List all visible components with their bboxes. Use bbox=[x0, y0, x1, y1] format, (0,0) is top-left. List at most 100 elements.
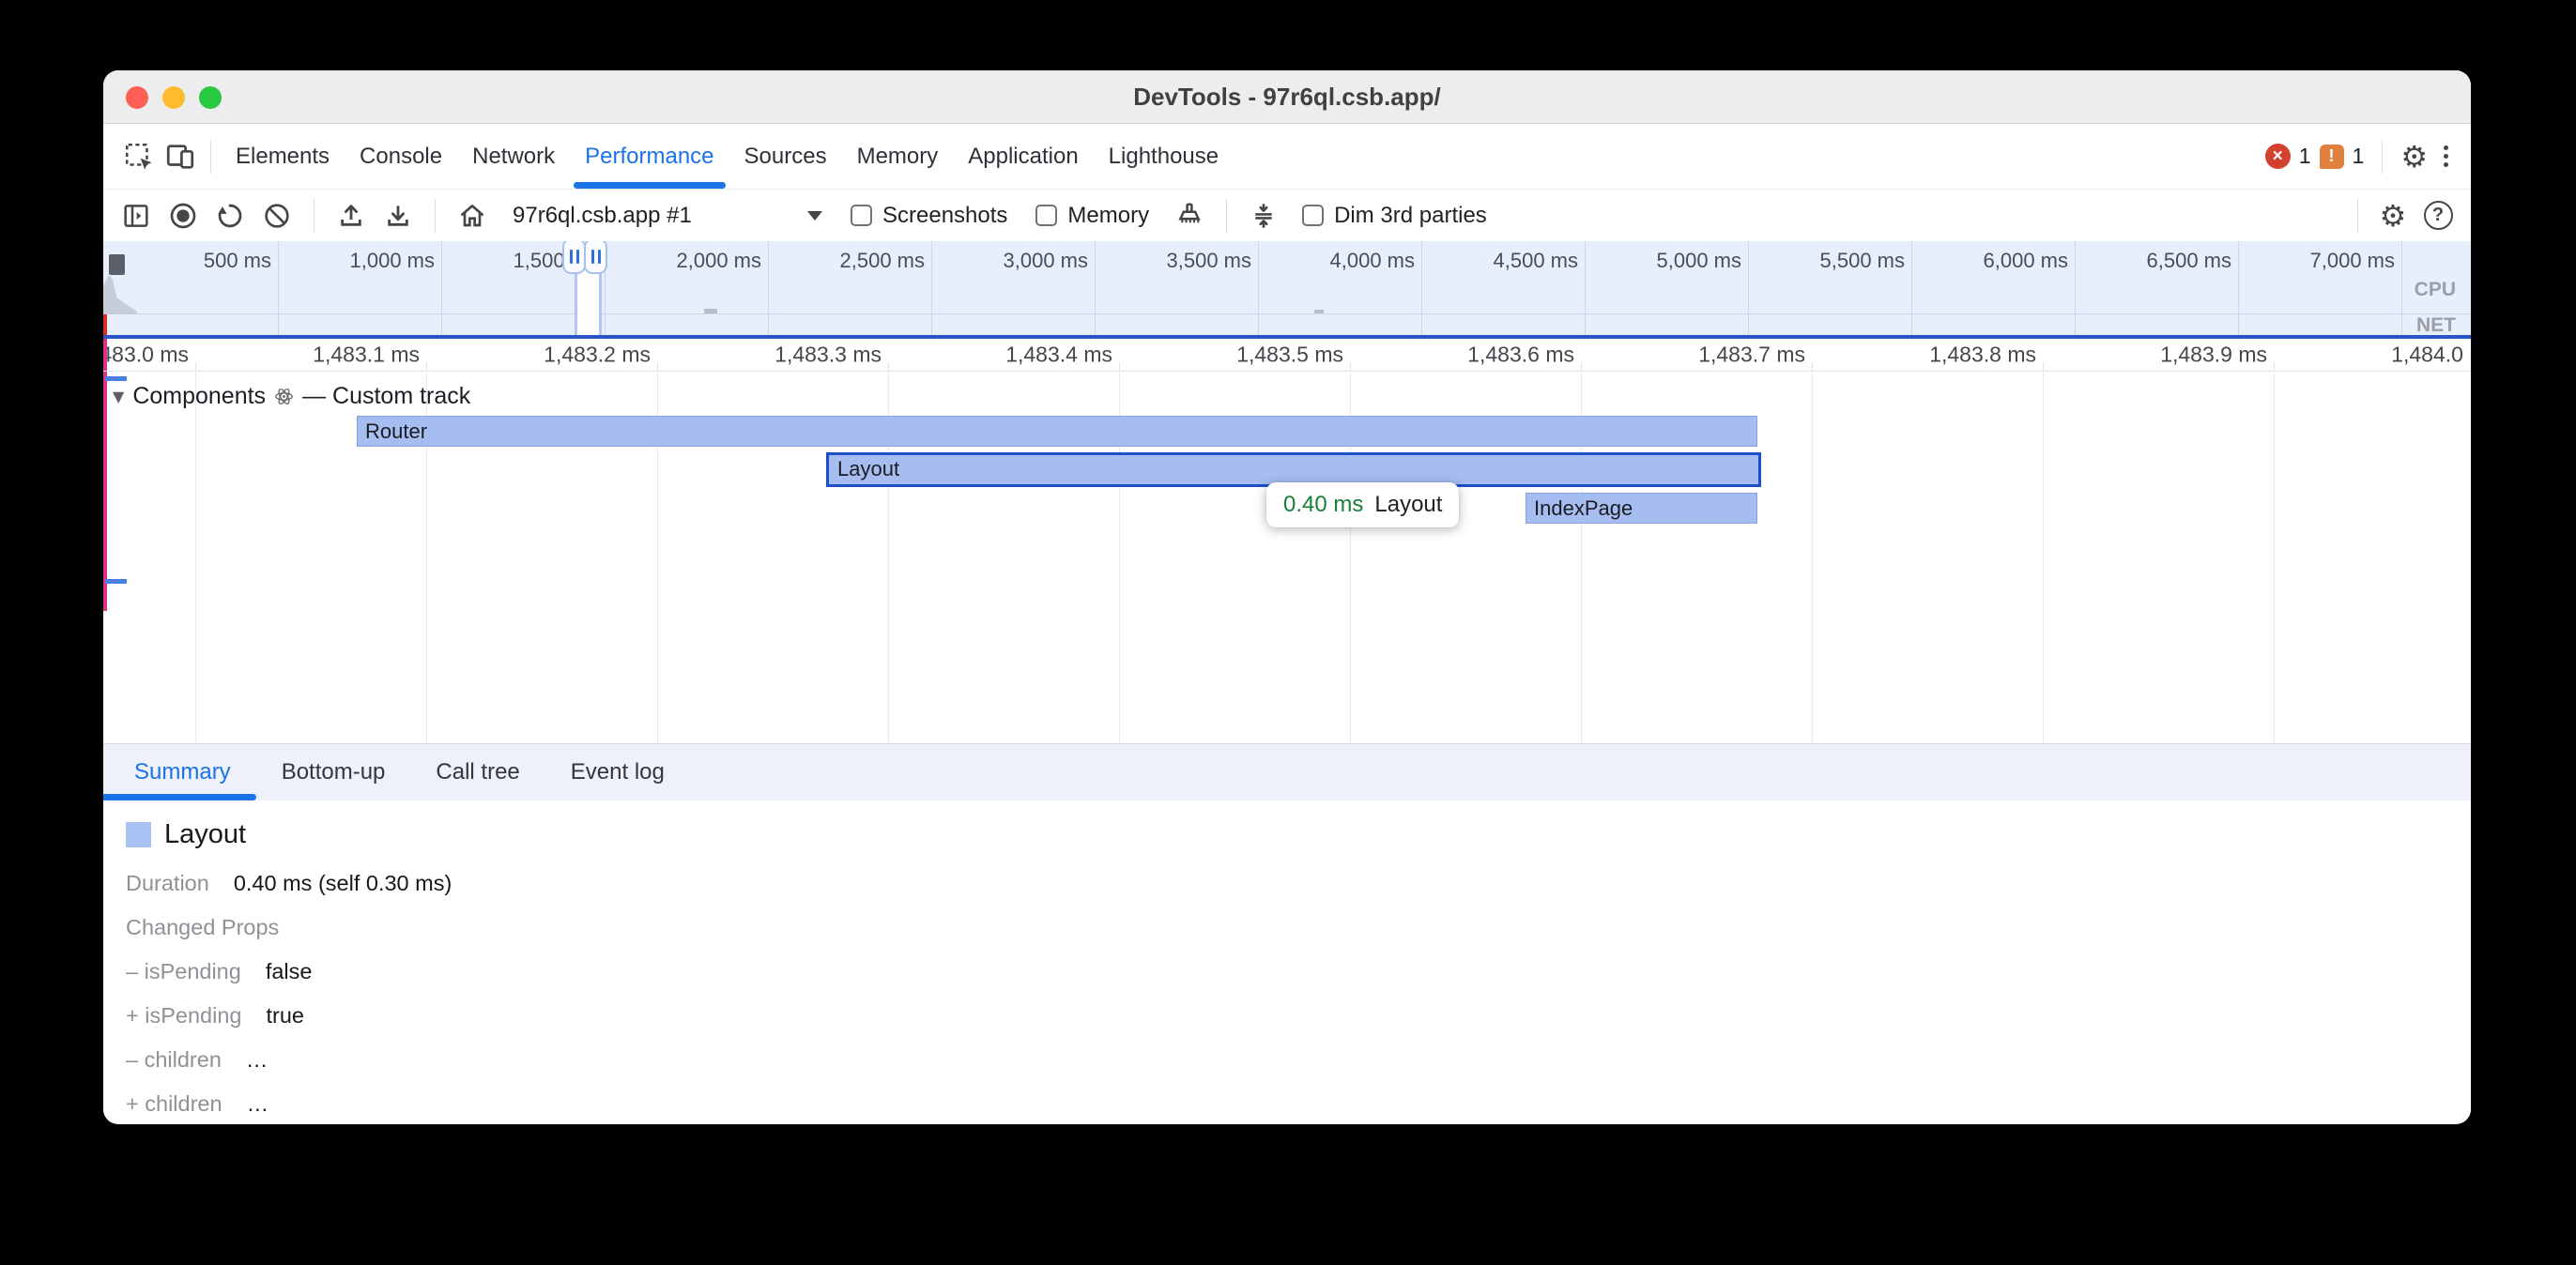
minimize-window-button[interactable] bbox=[162, 86, 185, 109]
window-title: DevTools - 97r6ql.csb.app/ bbox=[103, 70, 2471, 123]
overview-tick: 2,500 ms bbox=[840, 249, 926, 273]
clear-button[interactable] bbox=[257, 196, 297, 236]
tab-elements[interactable]: Elements bbox=[221, 124, 345, 189]
devtools-window: DevTools - 97r6ql.csb.app/ Elements Cons… bbox=[103, 70, 2471, 1124]
toggle-sidebar-icon[interactable] bbox=[116, 196, 156, 236]
details-tabbar: Summary Bottom-up Call tree Event log bbox=[103, 743, 2471, 800]
tooltip-label: Layout bbox=[1374, 492, 1442, 518]
ruler-tick: 1,484.0 ms bbox=[2391, 343, 2471, 368]
history-dropdown[interactable]: 97r6ql.csb.app #1 bbox=[513, 203, 822, 229]
ruler-tick: 1,483.8 ms bbox=[1929, 343, 2036, 368]
issues-badge-icon[interactable]: ! bbox=[2320, 145, 2344, 169]
compress-arrows-icon[interactable] bbox=[1244, 196, 1283, 236]
ruler-tick: 1,483.2 ms bbox=[544, 343, 651, 368]
memory-checkbox[interactable]: Memory bbox=[1035, 203, 1149, 229]
record-button[interactable] bbox=[163, 196, 203, 236]
summary-title: Layout bbox=[164, 819, 246, 850]
gridline bbox=[1812, 373, 1813, 743]
ruler-tick: 1,483.1 ms bbox=[313, 343, 420, 368]
flame-bar-indexpage[interactable]: IndexPage bbox=[1526, 493, 1757, 524]
tab-bottom-up[interactable]: Bottom-up bbox=[256, 744, 411, 800]
timeline-overview[interactable]: 500 ms 1,000 ms 1,500 ms 2,000 ms 2,500 … bbox=[103, 241, 2471, 335]
trace-bound-marker bbox=[103, 314, 107, 335]
error-badge-icon[interactable]: × bbox=[2265, 144, 2291, 169]
gridline bbox=[195, 373, 196, 743]
summary-row: – isPending false bbox=[126, 959, 2471, 984]
overview-tick: 2,000 ms bbox=[677, 249, 762, 273]
checkbox-box[interactable] bbox=[1302, 205, 1324, 226]
track-subtitle: — Custom track bbox=[302, 383, 470, 410]
cpu-activity-chart bbox=[103, 275, 137, 314]
components-track-header[interactable]: ▼ Components — Custom track bbox=[113, 383, 470, 410]
tab-performance[interactable]: Performance bbox=[570, 124, 728, 189]
ruler-tick: 1,483.0 ms bbox=[103, 343, 189, 368]
ruler-mark bbox=[1812, 362, 1813, 371]
ruler-mark bbox=[2274, 362, 2275, 371]
traffic-lights bbox=[126, 86, 222, 109]
zoom-window-button[interactable] bbox=[199, 86, 222, 109]
capture-settings-gear-icon[interactable]: ⚙ bbox=[2373, 196, 2413, 236]
gridline bbox=[1258, 241, 1259, 335]
tab-network[interactable]: Network bbox=[457, 124, 570, 189]
divider bbox=[210, 140, 211, 174]
live-metrics-home-icon[interactable] bbox=[452, 196, 492, 236]
active-tab-underline bbox=[574, 182, 725, 189]
selection-right-handle[interactable] bbox=[584, 241, 607, 274]
tab-summary[interactable]: Summary bbox=[103, 744, 256, 800]
detail-ruler: 1,483.0 ms 1,483.1 ms 1,483.2 ms 1,483.3… bbox=[103, 339, 2471, 372]
ruler-tick: 1,483.3 ms bbox=[774, 343, 882, 368]
settings-gear-icon[interactable]: ⚙ bbox=[2400, 142, 2428, 172]
dim-3rd-parties-checkbox[interactable]: Dim 3rd parties bbox=[1302, 203, 1487, 229]
gridline bbox=[2401, 241, 2402, 335]
help-icon[interactable]: ? bbox=[2418, 196, 2458, 236]
record-and-reload-button[interactable] bbox=[210, 196, 250, 236]
flame-bar-router[interactable]: Router bbox=[357, 416, 1757, 447]
gridline bbox=[2043, 373, 2044, 743]
tab-memory[interactable]: Memory bbox=[842, 124, 954, 189]
performance-toolbar: 97r6ql.csb.app #1 Screenshots Memory bbox=[103, 190, 2471, 241]
gridline bbox=[1421, 241, 1422, 335]
overview-tick: 4,000 ms bbox=[1330, 249, 1416, 273]
screenshots-checkbox[interactable]: Screenshots bbox=[851, 203, 1007, 229]
ruler-tick: 1,483.6 ms bbox=[1467, 343, 1574, 368]
overview-tick: 4,500 ms bbox=[1494, 249, 1579, 273]
inspect-element-icon[interactable] bbox=[118, 136, 160, 177]
overview-tick: 7,000 ms bbox=[2310, 249, 2396, 273]
tab-application[interactable]: Application bbox=[953, 124, 1093, 189]
flame-chart[interactable]: ▼ Components — Custom track Router Layou… bbox=[103, 372, 2471, 743]
more-options-kebab-icon[interactable] bbox=[2436, 145, 2456, 167]
close-window-button[interactable] bbox=[126, 86, 148, 109]
error-count: 1 bbox=[2299, 144, 2311, 169]
summary-row: + children … bbox=[126, 1091, 2471, 1117]
collapse-triangle-icon[interactable]: ▼ bbox=[113, 388, 124, 405]
divider bbox=[2382, 140, 2383, 174]
tab-call-tree[interactable]: Call tree bbox=[410, 744, 544, 800]
scroll-indicator bbox=[105, 579, 127, 584]
tab-event-log[interactable]: Event log bbox=[545, 744, 690, 800]
overview-tick: 5,000 ms bbox=[1657, 249, 1742, 273]
gridline bbox=[2274, 373, 2275, 743]
toolbar-right-group: ⚙ ? bbox=[2348, 196, 2458, 236]
collect-garbage-icon[interactable] bbox=[1170, 196, 1209, 236]
tab-sources[interactable]: Sources bbox=[729, 124, 842, 189]
device-toolbar-icon[interactable] bbox=[160, 136, 201, 177]
selection-left-handle[interactable] bbox=[562, 241, 586, 274]
ruler-tick: 1,483.7 ms bbox=[1698, 343, 1805, 368]
checkbox-box[interactable] bbox=[1035, 205, 1057, 226]
ruler-mark bbox=[1119, 362, 1120, 371]
summary-row: + isPending true bbox=[126, 1003, 2471, 1029]
cpu-activity-chart bbox=[704, 309, 717, 313]
summary-pane: Layout Duration 0.40 ms (self 0.30 ms) C… bbox=[103, 800, 2471, 1117]
tab-lighthouse[interactable]: Lighthouse bbox=[1094, 124, 1234, 189]
overview-tick: 6,500 ms bbox=[2147, 249, 2232, 273]
save-profile-icon[interactable] bbox=[378, 196, 418, 236]
custom-track-marker bbox=[103, 372, 107, 611]
ruler-tick: 1,483.9 ms bbox=[2160, 343, 2267, 368]
summary-title-row: Layout bbox=[126, 819, 2471, 850]
chevron-down-icon bbox=[807, 211, 822, 221]
tab-console[interactable]: Console bbox=[345, 124, 457, 189]
overview-tick: 3,500 ms bbox=[1167, 249, 1252, 273]
ruler-tick: 1,483.4 ms bbox=[1005, 343, 1112, 368]
checkbox-box[interactable] bbox=[851, 205, 872, 226]
load-profile-icon[interactable] bbox=[331, 196, 371, 236]
